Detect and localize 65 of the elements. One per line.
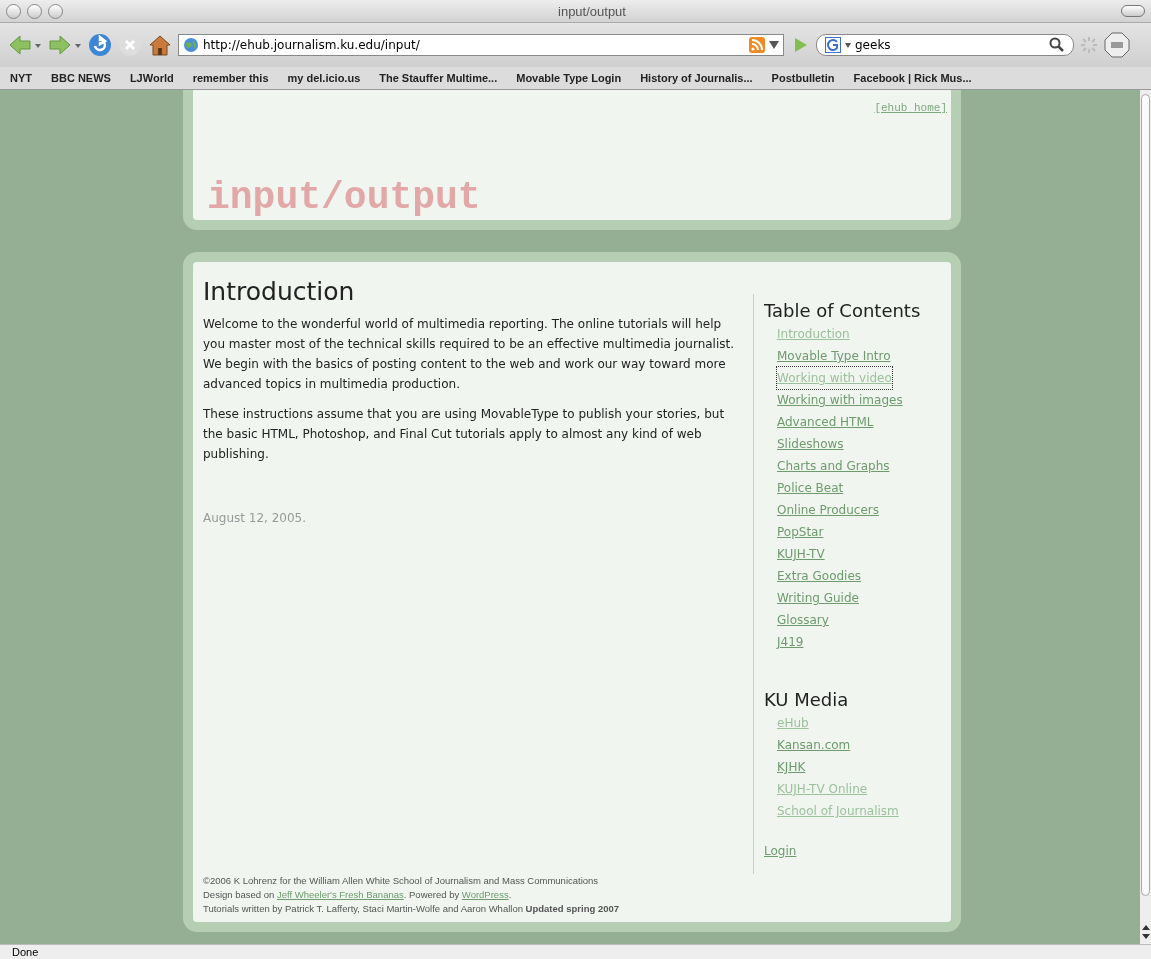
bookmark-item[interactable]: The Stauffer Multime... <box>379 72 498 84</box>
sidebar-link[interactable]: KUJH-TV <box>777 543 825 565</box>
globe-icon <box>183 37 199 53</box>
sidebar-link[interactable]: Working with images <box>777 389 903 411</box>
sidebar-link[interactable]: Online Producers <box>777 499 879 521</box>
sidebar-link[interactable]: Slideshows <box>777 433 844 455</box>
sidebar-link[interactable]: Extra Goodies <box>777 565 862 587</box>
toolbar-toggle-icon[interactable] <box>1121 5 1145 17</box>
site-title: input/output <box>206 176 482 220</box>
search-field[interactable]: geeks <box>816 34 1074 56</box>
sidebar-link[interactable]: Kansan.com <box>777 734 851 756</box>
dropdown-arrow-icon[interactable] <box>769 41 779 49</box>
zoom-icon[interactable] <box>48 3 63 19</box>
dropdown-arrow-icon[interactable] <box>845 42 851 48</box>
authors-text: Tutorials written by Patrick T. Lafferty, Staci Martin-Wolfe and Aaron Whallon Updated spring 2007 <box>203 902 621 916</box>
scroll-arrows-icon[interactable] <box>1141 924 1150 940</box>
search-icon[interactable] <box>1049 37 1065 53</box>
google-icon <box>825 37 841 53</box>
back-icon[interactable] <box>8 33 42 57</box>
home-link[interactable]: [ehub home] <box>874 102 947 114</box>
design-link[interactable]: Jeff Wheeler's Fresh Bananas <box>276 889 404 900</box>
status-text: Done <box>12 946 39 958</box>
home-icon[interactable] <box>148 33 172 57</box>
sidebar-link[interactable]: Advanced HTML <box>777 411 874 433</box>
article-heading: Introduction <box>203 282 356 302</box>
sidebar-link[interactable]: Police Beat <box>777 477 844 499</box>
sidebar-link[interactable]: Introduction <box>777 323 850 345</box>
sidebar-link[interactable]: Writing Guide <box>777 587 859 609</box>
sidebar-link[interactable]: PopStar <box>777 521 824 543</box>
window-title: input/output <box>558 3 626 19</box>
bookmark-item[interactable]: History of Journalis... <box>640 72 753 84</box>
sidebar-link[interactable]: KUJH-TV Online <box>777 778 868 800</box>
bookmark-item[interactable]: remember this <box>192 72 269 84</box>
article-paragraph: These instructions assume that you are using MovableType to publish your stories, but the basic HTML, Photoshop, and Final Cut tutorials apply to almost any kind of web publishing. <box>203 406 726 463</box>
reload-icon[interactable] <box>88 33 112 57</box>
copyright-text: ©2006 K Lohrenz for the William Allen White School of Journalism and Mass Communications <box>203 874 600 888</box>
bookmark-item[interactable]: Facebook | Rick Mus... <box>853 72 972 84</box>
bookmark-item[interactable]: Movable Type Login <box>516 72 622 84</box>
sidebar-link[interactable]: Working with video <box>777 367 892 389</box>
sidebar-link[interactable]: School of Journalism <box>777 800 899 822</box>
bookmark-item[interactable]: NYT <box>10 72 32 84</box>
login-link[interactable]: Login <box>764 844 797 858</box>
sidebar-link[interactable]: KJHK <box>777 756 806 778</box>
bookmark-item[interactable]: BBC NEWS <box>51 72 111 84</box>
bookmark-item[interactable]: Postbulletin <box>771 72 835 84</box>
sidebar-link[interactable]: Charts and Graphs <box>777 455 890 477</box>
post-date: August 12, 2005. <box>203 510 308 527</box>
design-credit-text: Design based on Jeff Wheeler's Fresh Bananas. Powered by WordPress. <box>203 888 513 902</box>
sidebar-heading: Table of Contents <box>764 300 921 321</box>
sidebar-link[interactable]: J419 <box>777 631 804 653</box>
bookmark-item[interactable]: my del.icio.us <box>287 72 361 84</box>
sidebar-link[interactable]: Movable Type Intro <box>777 345 891 367</box>
sidebar-heading: KU Media <box>764 689 849 710</box>
wordpress-link[interactable]: WordPress <box>461 889 509 900</box>
address-field[interactable]: http://ehub.journalism.ku.edu/input/ <box>178 34 784 56</box>
close-icon[interactable] <box>6 3 21 19</box>
adblock-icon[interactable] <box>1104 32 1130 58</box>
minimize-icon[interactable] <box>27 3 42 19</box>
bookmark-item[interactable]: LJWorld <box>129 72 174 84</box>
forward-icon[interactable] <box>48 33 82 57</box>
sidebar-link[interactable]: Glossary <box>777 609 829 631</box>
sidebar-link[interactable]: eHub <box>777 712 809 734</box>
article-paragraph: Welcome to the wonderful world of multimedia reporting. The online tutorials will help you master most of the technical skills required to be an effective multimedia journalist. We begin with the basics of posting content to the web and work our way toward more advanced topics in multimedia production. <box>203 316 736 393</box>
spinner-icon <box>1080 36 1098 54</box>
scrollbar[interactable] <box>1140 90 1151 944</box>
